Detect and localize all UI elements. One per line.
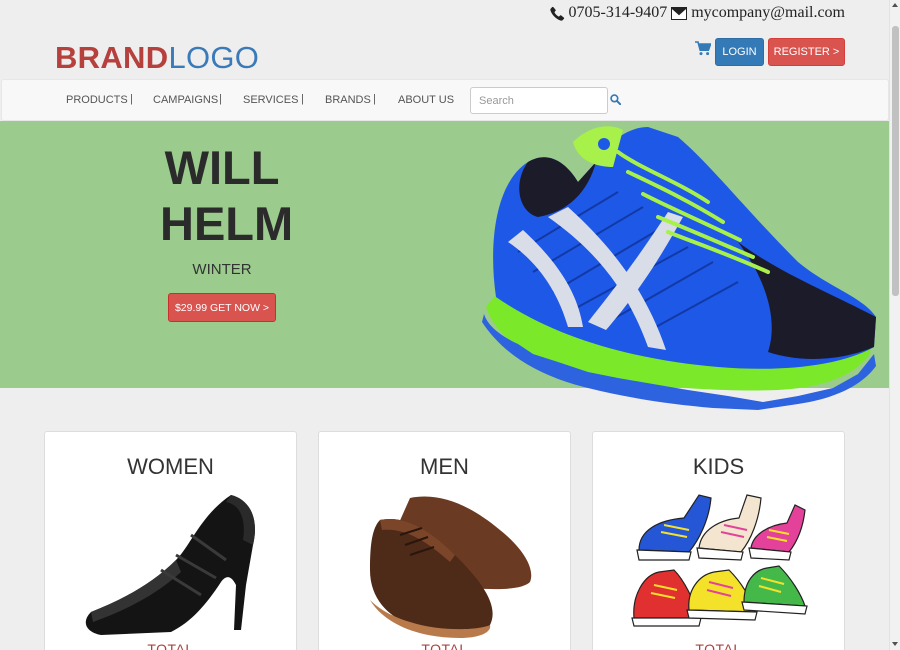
hero-cta-button[interactable]: $29.99 GET NOW > bbox=[168, 293, 276, 322]
card-title: KIDS bbox=[692, 454, 745, 479]
logo-logo-text: LOGO bbox=[168, 40, 260, 75]
phone-number: 0705-314-9407 bbox=[568, 4, 668, 21]
email-address: mycompany@mail.com bbox=[691, 4, 845, 21]
nav-item-campaigns[interactable]: CAMPAIGNS bbox=[153, 94, 218, 106]
card-title: WOMEN bbox=[127, 454, 214, 479]
nav-separator: | bbox=[219, 93, 222, 105]
nav-separator: | bbox=[301, 93, 304, 105]
main-navbar: PRODUCTS | CAMPAIGNS | SERVICES | BRANDS… bbox=[1, 79, 889, 121]
category-card-women[interactable]: WOMEN TOTAL bbox=[44, 431, 297, 650]
search-input[interactable] bbox=[470, 87, 608, 114]
envelope-icon bbox=[671, 6, 688, 20]
login-button[interactable]: LOGIN bbox=[715, 38, 764, 66]
nav-separator: | bbox=[373, 93, 376, 105]
scrollbar-thumb[interactable] bbox=[892, 26, 899, 296]
card-total-label: TOTAL bbox=[421, 641, 468, 650]
register-button[interactable]: REGISTER > bbox=[768, 38, 845, 66]
nav-item-services[interactable]: SERVICES bbox=[243, 94, 298, 106]
nav-item-brands[interactable]: BRANDS bbox=[325, 94, 371, 106]
scroll-down-arrow[interactable] bbox=[892, 642, 898, 646]
card-total-label: TOTAL bbox=[147, 641, 194, 650]
hero-title-line-2: HELM bbox=[160, 197, 294, 250]
nav-item-about-us[interactable]: ABOUT US bbox=[398, 94, 454, 106]
search-icon[interactable] bbox=[610, 92, 622, 110]
hero-title: WILL HELM bbox=[160, 140, 294, 252]
brand-logo[interactable]: BRANDLOGO bbox=[55, 40, 259, 76]
logo-brand-text: BRAND bbox=[55, 40, 169, 75]
cart-icon[interactable] bbox=[695, 41, 712, 61]
category-card-kids[interactable]: KIDS TOTAL bbox=[592, 431, 845, 650]
women-shoe-image bbox=[45, 490, 296, 640]
phone-icon bbox=[549, 6, 565, 21]
kids-shoes-image bbox=[593, 490, 844, 635]
nav-separator: | bbox=[130, 93, 133, 105]
page-scrollbar[interactable] bbox=[889, 0, 900, 650]
hero-title-line-1: WILL bbox=[164, 141, 280, 194]
category-card-men[interactable]: MEN TOTAL bbox=[318, 431, 571, 650]
nav-item-products[interactable]: PRODUCTS bbox=[66, 94, 128, 106]
contact-bar: 0705-314-9407 mycompany@mail.com bbox=[549, 4, 845, 22]
men-shoe-image bbox=[319, 490, 570, 640]
scroll-up-arrow[interactable] bbox=[892, 3, 898, 7]
card-total-label: TOTAL bbox=[695, 641, 742, 650]
hero-sneaker-image bbox=[478, 122, 878, 419]
card-title: MEN bbox=[420, 454, 469, 479]
hero-subtitle: WINTER bbox=[192, 261, 252, 278]
